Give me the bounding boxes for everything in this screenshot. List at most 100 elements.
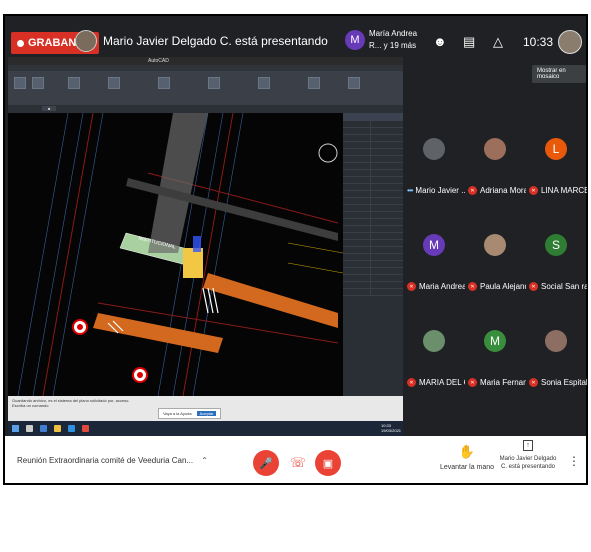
screenshot-frame: GRABANDO Mario Javier Delgado C. está pr… — [3, 14, 588, 485]
participant-name: Sonia Espital... — [541, 378, 587, 387]
participant-name: Maria Andrea... — [419, 282, 465, 291]
participant-tile[interactable]: M ✕Maria Andrea... — [404, 208, 465, 303]
mic-muted-icon: ✕ — [529, 186, 538, 195]
raise-hand-label: Levantar la mano — [439, 464, 495, 471]
more-options-icon[interactable]: ⋮ — [568, 454, 580, 468]
search-icon[interactable] — [26, 425, 33, 432]
properties-header — [343, 113, 403, 121]
participant-photo — [484, 138, 506, 160]
participant-name: Paula Alejand... — [480, 282, 526, 291]
clock: 10:33 — [523, 35, 554, 49]
presentation-button[interactable]: ↑ Mario Javier Delgado C. está presentan… — [497, 440, 559, 471]
property-row — [343, 289, 403, 296]
participant-name: Mario Javier ... — [415, 186, 465, 195]
participant-tile[interactable]: ✕Sonia Espital... — [526, 304, 587, 399]
show-mosaic-button[interactable]: Mostrar en mosaico — [532, 65, 586, 83]
ribbon-tabs — [8, 65, 403, 71]
record-dot-icon — [17, 39, 24, 47]
participant-tile[interactable]: ✕MARIA DEL C... — [404, 304, 465, 399]
cad-ribbon — [8, 65, 403, 105]
ribbon-tool-icon — [14, 77, 26, 89]
property-row — [343, 233, 403, 240]
people-icon[interactable]: ☻ — [433, 34, 447, 49]
property-row — [343, 128, 403, 135]
property-row — [343, 142, 403, 149]
mail-icon[interactable] — [68, 425, 75, 432]
ribbon-tool-icon — [32, 77, 44, 89]
mic-muted-icon: ✕ — [407, 282, 416, 291]
property-row — [343, 149, 403, 156]
participant-tile[interactable]: ••• Mario Javier ... — [404, 112, 465, 207]
chat-icon[interactable]: ▤ — [463, 34, 475, 50]
participant-name-row: ✕Maria Andrea... — [407, 282, 465, 291]
cad-drawing-canvas: INSTITUCIONAL — [8, 113, 343, 396]
cad-notice: Vaya a la Ayuda Aceptar — [158, 408, 222, 419]
property-row — [343, 191, 403, 198]
others-text: María Andrea R... y 19 más — [369, 29, 418, 50]
others-avatar: M — [345, 30, 365, 50]
property-row — [343, 268, 403, 275]
meet-window: GRABANDO Mario Javier Delgado C. está pr… — [5, 16, 587, 483]
mic-muted-icon: ✕ — [468, 186, 477, 195]
property-row — [343, 177, 403, 184]
participant-tile[interactable]: L ✕LINA MARCE... — [526, 112, 587, 207]
property-row — [343, 121, 403, 128]
autocad-icon[interactable] — [82, 425, 89, 432]
raise-hand-button[interactable]: ✋ Levantar la mano — [437, 444, 497, 471]
participant-name-row: ✕Maria Fernan... — [468, 378, 526, 387]
cad-title-bar: AutoCAD — [8, 57, 403, 65]
participant-avatar: S — [545, 234, 567, 256]
self-avatar[interactable] — [558, 30, 582, 54]
property-row — [343, 219, 403, 226]
property-row — [343, 282, 403, 289]
participant-tile[interactable]: ✕Adriana Mora... — [465, 112, 526, 207]
ribbon-tool-icon — [68, 77, 80, 89]
property-row — [343, 184, 403, 191]
windows-taskbar: 10:33 19/03/2021 — [8, 421, 403, 436]
participant-tile[interactable]: M ✕Maria Fernan... — [465, 304, 526, 399]
presenting-text: Mario Javier Delgado C. está presentando — [103, 34, 328, 48]
property-row — [343, 198, 403, 205]
participant-name-row: ✕Social San raf... — [529, 282, 587, 291]
bottom-bar: Reunión Extraordinaria comité de Veeduri… — [5, 436, 586, 483]
participant-name-row: ✕LINA MARCE... — [529, 186, 587, 195]
file-tab: ■ — [42, 106, 57, 111]
present-icon: ↑ — [523, 440, 533, 451]
cad-file-tabs: ■ — [8, 105, 403, 113]
meeting-title: Reunión Extraordinaria comité de Veeduri… — [17, 456, 194, 465]
meeting-details[interactable]: Reunión Extraordinaria comité de Veeduri… — [17, 456, 208, 465]
mic-off-icon: 🎤 — [259, 457, 273, 470]
participant-avatar: M — [423, 234, 445, 256]
participant-tiles: •••Mario Javier ...✕Adriana Mora...L✕LIN… — [404, 112, 587, 402]
windows-start-icon[interactable] — [12, 425, 19, 432]
notice-button[interactable]: Aceptar — [196, 411, 217, 416]
cad-properties-panel — [343, 113, 403, 396]
camera-off-button[interactable]: ▣ — [315, 450, 341, 476]
chevron-up-icon[interactable]: ⌃ — [201, 456, 208, 465]
property-row — [343, 212, 403, 219]
ribbon-tool-icon — [208, 77, 220, 89]
notice-text: Vaya a la Ayuda — [163, 411, 192, 416]
participant-avatar: M — [484, 330, 506, 352]
participant-name: LINA MARCE... — [541, 186, 587, 195]
property-row — [343, 135, 403, 142]
property-row — [343, 170, 403, 177]
folder-icon[interactable] — [54, 425, 61, 432]
cad-command-line[interactable]: Guardando archivo, es el sistema del pla… — [8, 396, 403, 421]
presenting-label: Mario Javier Delgado C. está presentando — [499, 456, 557, 470]
participant-name: Maria Fernan... — [480, 378, 526, 387]
participant-tile[interactable]: ✕Paula Alejand... — [465, 208, 526, 303]
edge-icon[interactable] — [40, 425, 47, 432]
participant-name-row: ✕MARIA DEL C... — [407, 378, 465, 387]
leave-call-button[interactable]: ☏ — [285, 450, 311, 476]
property-row — [343, 261, 403, 268]
mic-off-button[interactable]: 🎤 — [253, 450, 279, 476]
participant-photo — [423, 138, 445, 160]
hand-icon: ✋ — [458, 444, 476, 459]
property-row — [343, 156, 403, 163]
participant-tile[interactable]: S ✕Social San raf... — [526, 208, 587, 303]
activities-icon[interactable]: △ — [493, 34, 503, 50]
participant-name-row: ✕Sonia Espital... — [529, 378, 587, 387]
property-row — [343, 226, 403, 233]
mic-muted-icon: ✕ — [529, 378, 538, 387]
